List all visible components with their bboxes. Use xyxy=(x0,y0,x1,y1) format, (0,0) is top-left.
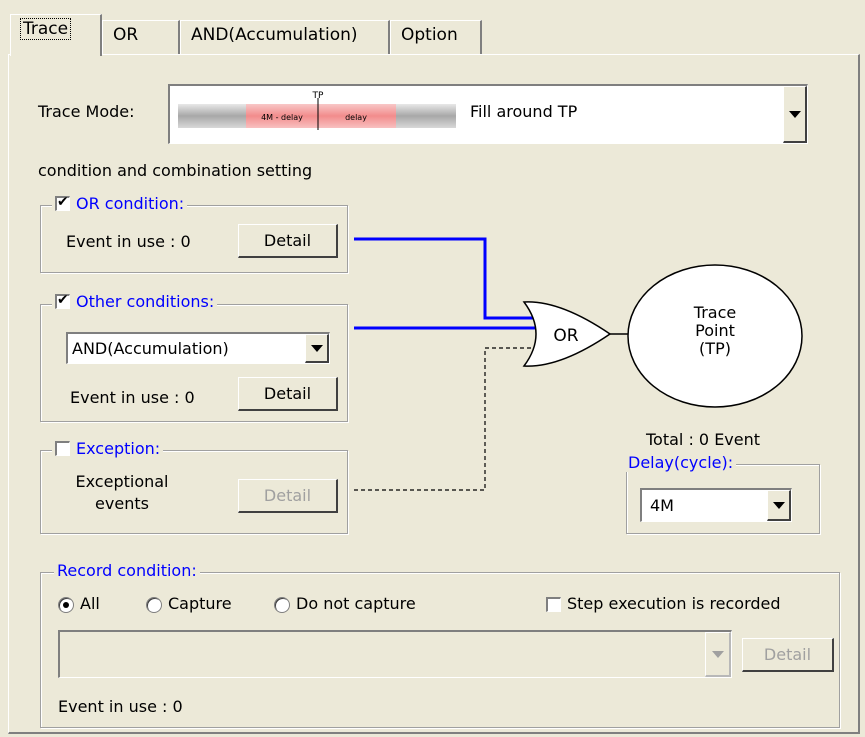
record-option-all[interactable]: All xyxy=(58,594,100,613)
other-conditions-checkbox-row[interactable]: Other conditions: xyxy=(52,292,218,311)
or-condition-label: OR condition: xyxy=(76,194,185,213)
chevron-down-icon xyxy=(711,650,724,658)
record-option-do-not-capture[interactable]: Do not capture xyxy=(274,594,416,613)
record-detail-button[interactable]: Detail xyxy=(742,638,834,672)
record-event-in-use: Event in use : 0 xyxy=(58,697,183,716)
delay-select[interactable]: 4M xyxy=(640,488,792,522)
total-event-count: Total : 0 Event xyxy=(646,430,761,449)
other-conditions-select[interactable]: AND(Accumulation) xyxy=(66,332,330,364)
exception-wire xyxy=(354,347,540,491)
or-condition-wire xyxy=(354,237,540,320)
exception-checkbox[interactable] xyxy=(55,441,70,456)
chevron-down-icon xyxy=(310,344,323,352)
exception-label: Exception: xyxy=(76,439,161,458)
other-conditions-checkbox[interactable] xyxy=(55,292,70,309)
trace-point-line1: Trace xyxy=(693,303,736,322)
other-conditions-label: Other conditions: xyxy=(76,292,215,311)
record-event-select[interactable] xyxy=(58,630,732,678)
record-option-capture[interactable]: Capture xyxy=(146,594,232,613)
other-detail-button[interactable]: Detail xyxy=(238,377,338,411)
record-event-dropdown-button[interactable] xyxy=(705,632,731,677)
record-option-all-label: All xyxy=(80,594,100,613)
tab-trace[interactable]: Trace xyxy=(10,14,102,56)
or-gate-label: OR xyxy=(553,326,578,346)
or-condition-checkbox-row[interactable]: OR condition: xyxy=(52,194,188,213)
step-execution-label: Step execution is recorded xyxy=(567,594,781,613)
record-option-capture-label: Capture xyxy=(168,594,232,613)
radio-do-not-capture[interactable] xyxy=(274,596,290,613)
record-option-do-not-capture-label: Do not capture xyxy=(296,594,416,613)
chevron-down-icon xyxy=(772,501,785,509)
trace-point-line2: Point xyxy=(695,321,735,340)
tab-trace-label: Trace xyxy=(19,18,72,40)
record-condition-label: Record condition: xyxy=(54,561,200,580)
exception-text-line2: events xyxy=(95,494,149,513)
trace-point-line3: (TP) xyxy=(699,339,731,358)
or-event-in-use: Event in use : 0 xyxy=(66,232,191,251)
radio-capture[interactable] xyxy=(146,596,162,613)
exception-text-line1: Exceptional xyxy=(75,472,169,491)
other-conditions-dropdown-button[interactable] xyxy=(305,334,329,363)
or-condition-checkbox[interactable] xyxy=(55,194,70,211)
delay-dropdown-button[interactable] xyxy=(767,490,791,521)
delay-label: Delay(cycle): xyxy=(626,453,737,472)
exception-detail-button[interactable]: Detail xyxy=(238,479,338,513)
step-execution-checkbox[interactable] xyxy=(546,597,561,612)
exception-checkbox-row[interactable]: Exception: xyxy=(52,439,164,458)
delay-select-value: 4M xyxy=(650,496,674,515)
or-detail-button[interactable]: Detail xyxy=(238,224,338,258)
step-execution-row[interactable]: Step execution is recorded xyxy=(546,594,781,613)
radio-all[interactable] xyxy=(58,596,74,613)
other-event-in-use: Event in use : 0 xyxy=(70,388,195,407)
other-conditions-select-value: AND(Accumulation) xyxy=(72,339,229,358)
